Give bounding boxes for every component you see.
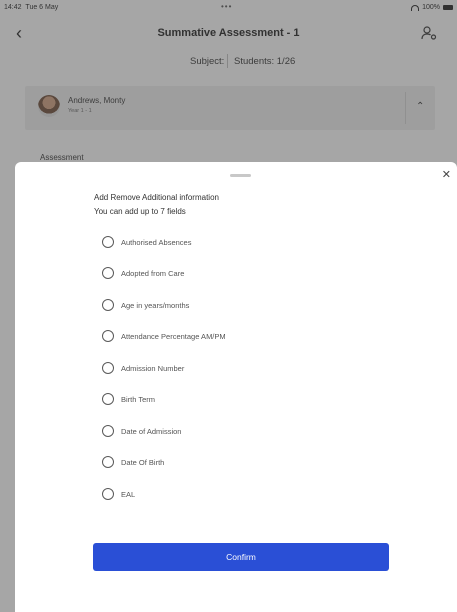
confirm-button[interactable]: Confirm: [93, 543, 389, 571]
option-eal[interactable]: EAL: [102, 485, 402, 503]
option-admission-number[interactable]: Admission Number: [102, 359, 402, 377]
option-label: Admission Number: [121, 363, 185, 373]
option-authorised-absences[interactable]: Authorised Absences: [102, 233, 402, 251]
option-label: Authorised Absences: [121, 237, 192, 247]
option-adopted-from-care[interactable]: Adopted from Care: [102, 264, 402, 282]
close-icon[interactable]: ✕: [442, 168, 451, 181]
option-birth-term[interactable]: Birth Term: [102, 390, 402, 408]
radio-button[interactable]: [102, 393, 114, 405]
radio-button[interactable]: [102, 330, 114, 342]
option-date-of-admission[interactable]: Date of Admission: [102, 422, 402, 440]
sheet-subheading: You can add up to 7 fields: [94, 207, 186, 216]
option-label: Adopted from Care: [121, 268, 185, 278]
option-label: Age in years/months: [121, 300, 190, 310]
radio-button[interactable]: [102, 362, 114, 374]
sheet-grabber[interactable]: [230, 174, 251, 177]
option-label: Attendance Percentage AM/PM: [121, 331, 226, 341]
radio-button[interactable]: [102, 488, 114, 500]
option-label: Birth Term: [121, 394, 156, 404]
option-age[interactable]: Age in years/months: [102, 296, 402, 314]
radio-button[interactable]: [102, 456, 114, 468]
option-attendance-percentage[interactable]: Attendance Percentage AM/PM: [102, 327, 402, 345]
radio-button[interactable]: [102, 236, 114, 248]
radio-button[interactable]: [102, 425, 114, 437]
radio-button[interactable]: [102, 267, 114, 279]
radio-button[interactable]: [102, 299, 114, 311]
additional-info-sheet: ✕ Add Remove Additional information You …: [15, 162, 457, 612]
option-label: Date of Admission: [121, 426, 182, 436]
option-label: Date Of Birth: [121, 457, 165, 467]
option-date-of-birth[interactable]: Date Of Birth: [102, 453, 402, 471]
option-label: EAL: [121, 489, 136, 499]
sheet-heading: Add Remove Additional information: [94, 193, 219, 202]
